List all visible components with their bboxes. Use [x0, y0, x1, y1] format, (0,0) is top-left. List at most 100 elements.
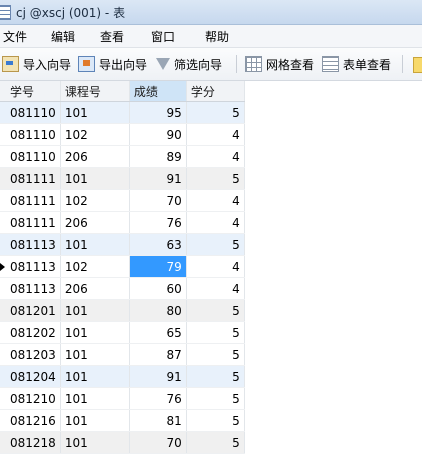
cell-score[interactable]: 60 — [129, 277, 187, 300]
menu-bar: 文件 编辑 查看 窗口 帮助 — [0, 25, 422, 48]
table-row[interactable]: 081111 101 91 5 — [0, 167, 245, 190]
cell-student-id[interactable]: 081113 — [0, 277, 61, 300]
memo-icon[interactable] — [413, 57, 422, 73]
cell-student-id[interactable]: 081202 — [0, 321, 61, 344]
table-row[interactable]: 081110 206 89 4 — [0, 145, 245, 168]
cell-score[interactable]: 76 — [129, 387, 187, 410]
cell-course-id[interactable]: 102 — [60, 255, 130, 278]
grid-view-button[interactable]: 网格查看 — [245, 54, 314, 74]
cell-course-id[interactable]: 206 — [60, 211, 130, 234]
column-header-course-id[interactable]: 课程号 — [60, 81, 130, 102]
cell-credit[interactable]: 5 — [186, 299, 245, 322]
cell-score[interactable]: 70 — [129, 189, 187, 212]
cell-student-id[interactable]: 081111 — [0, 211, 61, 234]
cell-course-id[interactable]: 101 — [60, 343, 130, 366]
cell-student-id[interactable]: 081111 — [0, 189, 61, 212]
table-row[interactable]: 081216 101 81 5 — [0, 409, 245, 432]
cell-student-id[interactable]: 081218 — [0, 431, 61, 454]
cell-student-id[interactable]: 081216 — [0, 409, 61, 432]
table-row[interactable]: 081113 101 63 5 — [0, 233, 245, 256]
cell-student-id[interactable]: 081110 — [0, 123, 61, 146]
cell-course-id[interactable]: 101 — [60, 321, 130, 344]
cell-credit[interactable]: 5 — [186, 321, 245, 344]
cell-credit[interactable]: 4 — [186, 123, 245, 146]
cell-course-id[interactable]: 101 — [60, 167, 130, 190]
form-icon — [322, 56, 339, 72]
cell-credit[interactable]: 4 — [186, 255, 245, 278]
cell-score[interactable]: 90 — [129, 123, 187, 146]
cell-credit[interactable]: 4 — [186, 145, 245, 168]
cell-credit[interactable]: 5 — [186, 365, 245, 388]
table-row[interactable]: 081203 101 87 5 — [0, 343, 245, 366]
menu-help[interactable]: 帮助 — [205, 28, 229, 45]
cell-student-id[interactable]: 081113 — [0, 233, 61, 256]
cell-score[interactable]: 91 — [129, 365, 187, 388]
menu-view[interactable]: 查看 — [100, 28, 124, 45]
cell-student-id[interactable]: 081110 — [0, 101, 61, 124]
cell-credit[interactable]: 4 — [186, 211, 245, 234]
cell-credit[interactable]: 4 — [186, 277, 245, 300]
cell-credit[interactable]: 5 — [186, 387, 245, 410]
column-header-credit[interactable]: 学分 — [186, 81, 245, 102]
export-wizard-button[interactable]: 导出向导 — [78, 54, 147, 74]
cell-credit[interactable]: 5 — [186, 233, 245, 256]
table-row[interactable]: 081202 101 65 5 — [0, 321, 245, 344]
cell-course-id[interactable]: 101 — [60, 233, 130, 256]
menu-window[interactable]: 窗口 — [151, 28, 175, 45]
cell-score[interactable]: 79 — [129, 255, 187, 278]
table-row[interactable]: 081204 101 91 5 — [0, 365, 245, 388]
cell-course-id[interactable]: 101 — [60, 101, 130, 124]
cell-credit[interactable]: 5 — [186, 101, 245, 124]
cell-score[interactable]: 70 — [129, 431, 187, 454]
data-grid[interactable]: 学号 课程号 成绩 学分 081110 101 95 5 081110 102 90 4 081… — [0, 81, 422, 454]
cell-course-id[interactable]: 101 — [60, 299, 130, 322]
cell-course-id[interactable]: 101 — [60, 387, 130, 410]
filter-wizard-button[interactable]: 筛选向导 — [156, 54, 222, 74]
column-header-score[interactable]: 成绩 — [129, 81, 187, 102]
table-row[interactable]: 081110 102 90 4 — [0, 123, 245, 146]
cell-course-id[interactable]: 101 — [60, 409, 130, 432]
table-row[interactable]: 081218 101 70 5 — [0, 431, 245, 454]
cell-course-id[interactable]: 206 — [60, 145, 130, 168]
cell-score[interactable]: 87 — [129, 343, 187, 366]
table-row[interactable]: 081111 206 76 4 — [0, 211, 245, 234]
cell-credit[interactable]: 5 — [186, 343, 245, 366]
cell-student-id[interactable]: 081210 — [0, 387, 61, 410]
cell-student-id[interactable]: 081110 — [0, 145, 61, 168]
cell-credit[interactable]: 4 — [186, 189, 245, 212]
table-row[interactable]: 081113 206 60 4 — [0, 277, 245, 300]
menu-edit[interactable]: 编辑 — [51, 28, 75, 45]
cell-course-id[interactable]: 102 — [60, 189, 130, 212]
table-row[interactable]: 081110 101 95 5 — [0, 101, 245, 124]
cell-course-id[interactable]: 101 — [60, 365, 130, 388]
cell-student-id[interactable]: 081113 — [0, 255, 61, 278]
grid-empty-area — [241, 81, 422, 449]
menu-file[interactable]: 文件 — [3, 28, 27, 45]
cell-score[interactable]: 76 — [129, 211, 187, 234]
cell-credit[interactable]: 5 — [186, 167, 245, 190]
cell-course-id[interactable]: 101 — [60, 431, 130, 454]
form-view-button[interactable]: 表单查看 — [322, 54, 391, 74]
table-row[interactable]: 081210 101 76 5 — [0, 387, 245, 410]
import-wizard-button[interactable]: 导入向导 — [2, 54, 71, 74]
filter-wizard-label: 筛选向导 — [174, 57, 223, 72]
column-header-student-id[interactable]: 学号 — [0, 81, 61, 102]
table-row[interactable]: 081201 101 80 5 — [0, 299, 245, 322]
cell-course-id[interactable]: 206 — [60, 277, 130, 300]
cell-student-id[interactable]: 081203 — [0, 343, 61, 366]
cell-score[interactable]: 65 — [129, 321, 187, 344]
cell-credit[interactable]: 5 — [186, 409, 245, 432]
cell-score[interactable]: 63 — [129, 233, 187, 256]
cell-score[interactable]: 95 — [129, 101, 187, 124]
cell-score[interactable]: 81 — [129, 409, 187, 432]
cell-credit[interactable]: 5 — [186, 431, 245, 454]
cell-student-id[interactable]: 081201 — [0, 299, 61, 322]
table-row[interactable]: 081113 102 79 4 — [0, 255, 245, 278]
cell-score[interactable]: 91 — [129, 167, 187, 190]
cell-student-id[interactable]: 081204 — [0, 365, 61, 388]
table-row[interactable]: 081111 102 70 4 — [0, 189, 245, 212]
cell-course-id[interactable]: 102 — [60, 123, 130, 146]
cell-student-id[interactable]: 081111 — [0, 167, 61, 190]
cell-score[interactable]: 80 — [129, 299, 187, 322]
cell-score[interactable]: 89 — [129, 145, 187, 168]
